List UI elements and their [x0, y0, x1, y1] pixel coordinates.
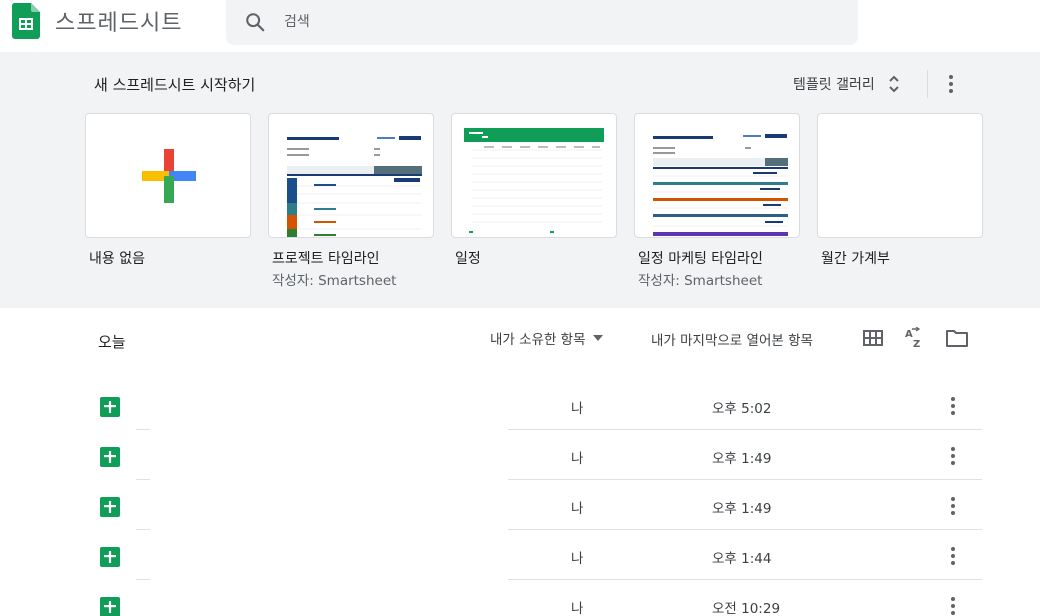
file-owner: 나: [571, 401, 584, 417]
sheets-file-icon: [100, 397, 120, 417]
marketing-timeline-preview: [653, 134, 788, 236]
redacted-file-names: [150, 384, 508, 616]
sheets-file-icon: [100, 547, 120, 567]
template-thumbnail[interactable]: [268, 113, 434, 238]
template-gallery-button[interactable]: 템플릿 갤러리: [793, 69, 901, 99]
open-file-picker-button[interactable]: [944, 325, 970, 351]
svg-text:Z: Z: [913, 339, 920, 349]
template-thumbnail[interactable]: [817, 113, 983, 238]
template-title: 내용 없음: [89, 251, 145, 267]
search-input[interactable]: [284, 11, 824, 33]
file-more-button[interactable]: [940, 593, 966, 616]
template-thumbnail[interactable]: [634, 113, 800, 238]
owner-filter-dropdown[interactable]: 내가 소유한 항목: [490, 327, 604, 349]
more-vert-icon: [951, 547, 955, 565]
more-vert-icon: [951, 597, 955, 615]
schedule-preview: [464, 128, 604, 233]
template-title: 일정: [455, 251, 481, 267]
file-last-opened: 오후 5:02: [712, 401, 772, 417]
template-title: 월간 가계부: [821, 251, 890, 267]
project-timeline-preview: [287, 136, 422, 237]
search-bar[interactable]: [226, 0, 858, 45]
file-last-opened: 오후 1:49: [712, 451, 772, 467]
file-more-button[interactable]: [940, 543, 966, 569]
caret-down-icon: [592, 335, 603, 341]
template-more-button[interactable]: [938, 70, 964, 98]
template-title: 일정 마케팅 타임라인: [638, 251, 763, 267]
grid-view-icon: [863, 330, 883, 346]
template-card-blank[interactable]: 내용 없음: [85, 113, 251, 267]
sort-az-icon: A Z: [905, 327, 920, 349]
template-heading: 새 스프레드시트 시작하기: [94, 76, 256, 94]
plus-icon: [142, 149, 196, 203]
template-section: 새 스프레드시트 시작하기 템플릿 갤러리 내용 없음 프로젝트 타임라인 작성…: [0, 52, 1040, 308]
more-vert-icon: [951, 497, 955, 515]
file-owner: 나: [571, 551, 584, 567]
template-card-schedule[interactable]: 일정: [451, 113, 617, 267]
sheets-file-icon: [100, 597, 120, 616]
svg-text:A: A: [905, 329, 913, 340]
template-gallery-label: 템플릿 갤러리: [793, 77, 875, 93]
file-last-opened: 오후 1:44: [712, 551, 772, 567]
sheets-file-icon: [100, 497, 120, 517]
template-title: 프로젝트 타임라인: [272, 251, 380, 267]
sheets-file-icon: [100, 447, 120, 467]
unfold-icon: [889, 75, 899, 93]
sort-order-button[interactable]: 내가 마지막으로 열어본 항목: [651, 329, 813, 349]
file-last-opened: 오전 10:29: [712, 601, 781, 616]
template-card-project-timeline[interactable]: 프로젝트 타임라인 작성자: Smartsheet: [268, 113, 434, 289]
app-title[interactable]: 스프레드시트: [55, 5, 182, 37]
folder-icon: [946, 330, 968, 347]
owner-filter-label: 내가 소유한 항목: [490, 332, 586, 348]
template-thumbnail[interactable]: [85, 113, 251, 238]
more-vert-icon: [951, 397, 955, 415]
sort-az-button[interactable]: A Z: [902, 325, 928, 351]
divider: [927, 70, 928, 98]
sheets-logo-icon[interactable]: [12, 3, 40, 39]
file-more-button[interactable]: [940, 393, 966, 419]
template-card-event-marketing-timeline[interactable]: 일정 마케팅 타임라인 작성자: Smartsheet: [634, 113, 800, 289]
recent-section-label: 오늘: [98, 333, 126, 351]
template-author: 작성자: Smartsheet: [272, 273, 397, 289]
search-icon[interactable]: [244, 11, 266, 33]
grid-view-button[interactable]: [860, 325, 886, 351]
more-vert-icon: [949, 75, 953, 93]
file-owner: 나: [571, 501, 584, 517]
file-more-button[interactable]: [940, 493, 966, 519]
file-owner: 나: [571, 451, 584, 467]
file-last-opened: 오후 1:49: [712, 501, 772, 517]
app-header: 스프레드시트: [0, 0, 1040, 52]
more-vert-icon: [951, 447, 955, 465]
template-author: 작성자: Smartsheet: [638, 273, 763, 289]
template-thumbnail[interactable]: [451, 113, 617, 238]
template-card-monthly-budget[interactable]: 월간 가계부: [817, 113, 983, 267]
file-more-button[interactable]: [940, 443, 966, 469]
file-owner: 나: [571, 601, 584, 616]
